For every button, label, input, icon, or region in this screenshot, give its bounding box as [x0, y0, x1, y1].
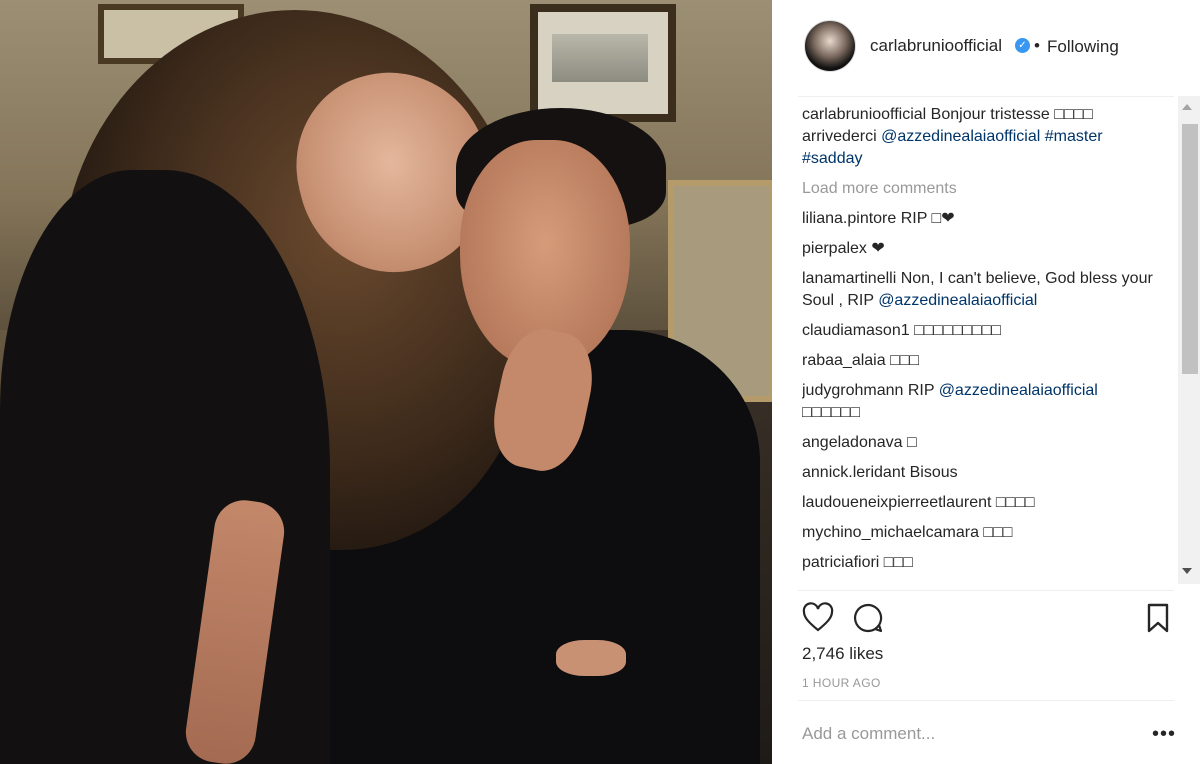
caption-hashtag-master[interactable]: #master [1045, 128, 1103, 145]
scroll-down-arrow-icon[interactable] [1182, 568, 1192, 574]
comment-item: patriciafiori □□□ [802, 552, 1166, 574]
comment-item: mychino_michaelcamara □□□ [802, 522, 1166, 544]
comment-text-cont: □□□□□□ [802, 404, 860, 421]
comment-item: angeladonava □ [802, 432, 1166, 454]
comment-item: laudoueneixpierreetlaurent □□□□ [802, 492, 1166, 514]
comment-text: □□□□ [991, 494, 1035, 511]
photo-woman-body [0, 170, 330, 764]
caption-mention[interactable]: @azzedinealaiaofficial [881, 128, 1040, 145]
post-timestamp: 1 HOUR AGO [802, 676, 881, 690]
caption-hashtag-sadday[interactable]: #sadday [802, 150, 863, 167]
caption: carlabrunioofficial Bonjour tristesse □□… [802, 104, 1166, 170]
heart-icon[interactable] [802, 602, 834, 634]
comment-item: judygrohmann RIP @azzedinealaiaofficial … [802, 380, 1166, 424]
comment-text: RIP □❤ [896, 210, 955, 227]
header-divider [798, 96, 1174, 97]
comment-username[interactable]: claudiamason1 [802, 322, 910, 339]
scrollbar-thumb[interactable] [1182, 124, 1198, 374]
comment-text: □□□□□□□□□ [909, 322, 1002, 339]
comment-text: RIP [903, 382, 939, 399]
add-comment-input[interactable]: Add a comment... [802, 724, 935, 744]
add-comment-divider [798, 700, 1174, 701]
comment-username[interactable]: patriciafiori [802, 554, 879, 571]
likes-count[interactable]: 2,746 likes [802, 644, 883, 664]
comment-username[interactable]: pierpalex [802, 240, 867, 257]
comment-item: liliana.pintore RIP □❤ [802, 208, 1166, 230]
comment-text: □□□ [879, 554, 913, 571]
actions-divider [798, 590, 1174, 591]
comment-item: claudiamason1 □□□□□□□□□ [802, 320, 1166, 342]
comments-list[interactable]: carlabrunioofficial Bonjour tristesse □□… [802, 104, 1166, 588]
comment-text: □□□ [978, 524, 1013, 541]
comment-text: □ [902, 434, 917, 451]
comment-text: ❤ [866, 240, 885, 257]
caption-username[interactable]: carlabrunioofficial [802, 106, 926, 123]
comment-icon[interactable] [852, 602, 884, 634]
photo-man-hand-lower [556, 640, 626, 676]
comment-username[interactable]: annick.leridant [802, 464, 905, 481]
photo-frame-right [530, 4, 676, 122]
comment-username[interactable]: judygrohmann [802, 382, 903, 399]
comment-username[interactable]: liliana.pintore [802, 210, 896, 227]
bookmark-icon[interactable] [1144, 602, 1172, 634]
post-header: carlabrunioofficial ✓ • Following [772, 0, 1200, 96]
header-username[interactable]: carlabrunioofficial [870, 36, 1002, 56]
comment-item: annick.leridant Bisous [802, 462, 1166, 484]
load-more-comments-link[interactable]: Load more comments [802, 178, 1166, 200]
comment-text: □□□ [885, 352, 920, 369]
comment-mention[interactable]: @azzedinealaiaofficial [939, 382, 1098, 399]
post-sidebar: carlabrunioofficial ✓ • Following carlab… [772, 0, 1200, 764]
comment-item: rabaa_alaia □□□ [802, 350, 1166, 372]
comment-username[interactable]: rabaa_alaia [802, 352, 886, 369]
scroll-up-arrow-icon[interactable] [1182, 104, 1192, 110]
comment-username[interactable]: angeladonava [802, 434, 903, 451]
comment-text: Bisous [905, 464, 958, 481]
verified-icon: ✓ [1015, 38, 1030, 53]
post-photo[interactable] [0, 0, 772, 764]
comment-username[interactable]: mychino_michaelcamara [802, 524, 979, 541]
comment-mention[interactable]: @azzedinealaiaofficial [878, 292, 1037, 309]
avatar[interactable] [804, 20, 856, 72]
more-options-icon[interactable]: ••• [1152, 724, 1176, 744]
comment-item: pierpalex ❤ [802, 238, 1166, 260]
header-separator: • [1034, 36, 1040, 55]
comment-username[interactable]: laudoueneixpierreetlaurent [802, 494, 991, 511]
comment-item: lanamartinelli Non, I can't believe, God… [802, 268, 1166, 312]
following-button[interactable]: Following [1047, 37, 1119, 57]
comment-username[interactable]: lanamartinelli [802, 270, 896, 287]
